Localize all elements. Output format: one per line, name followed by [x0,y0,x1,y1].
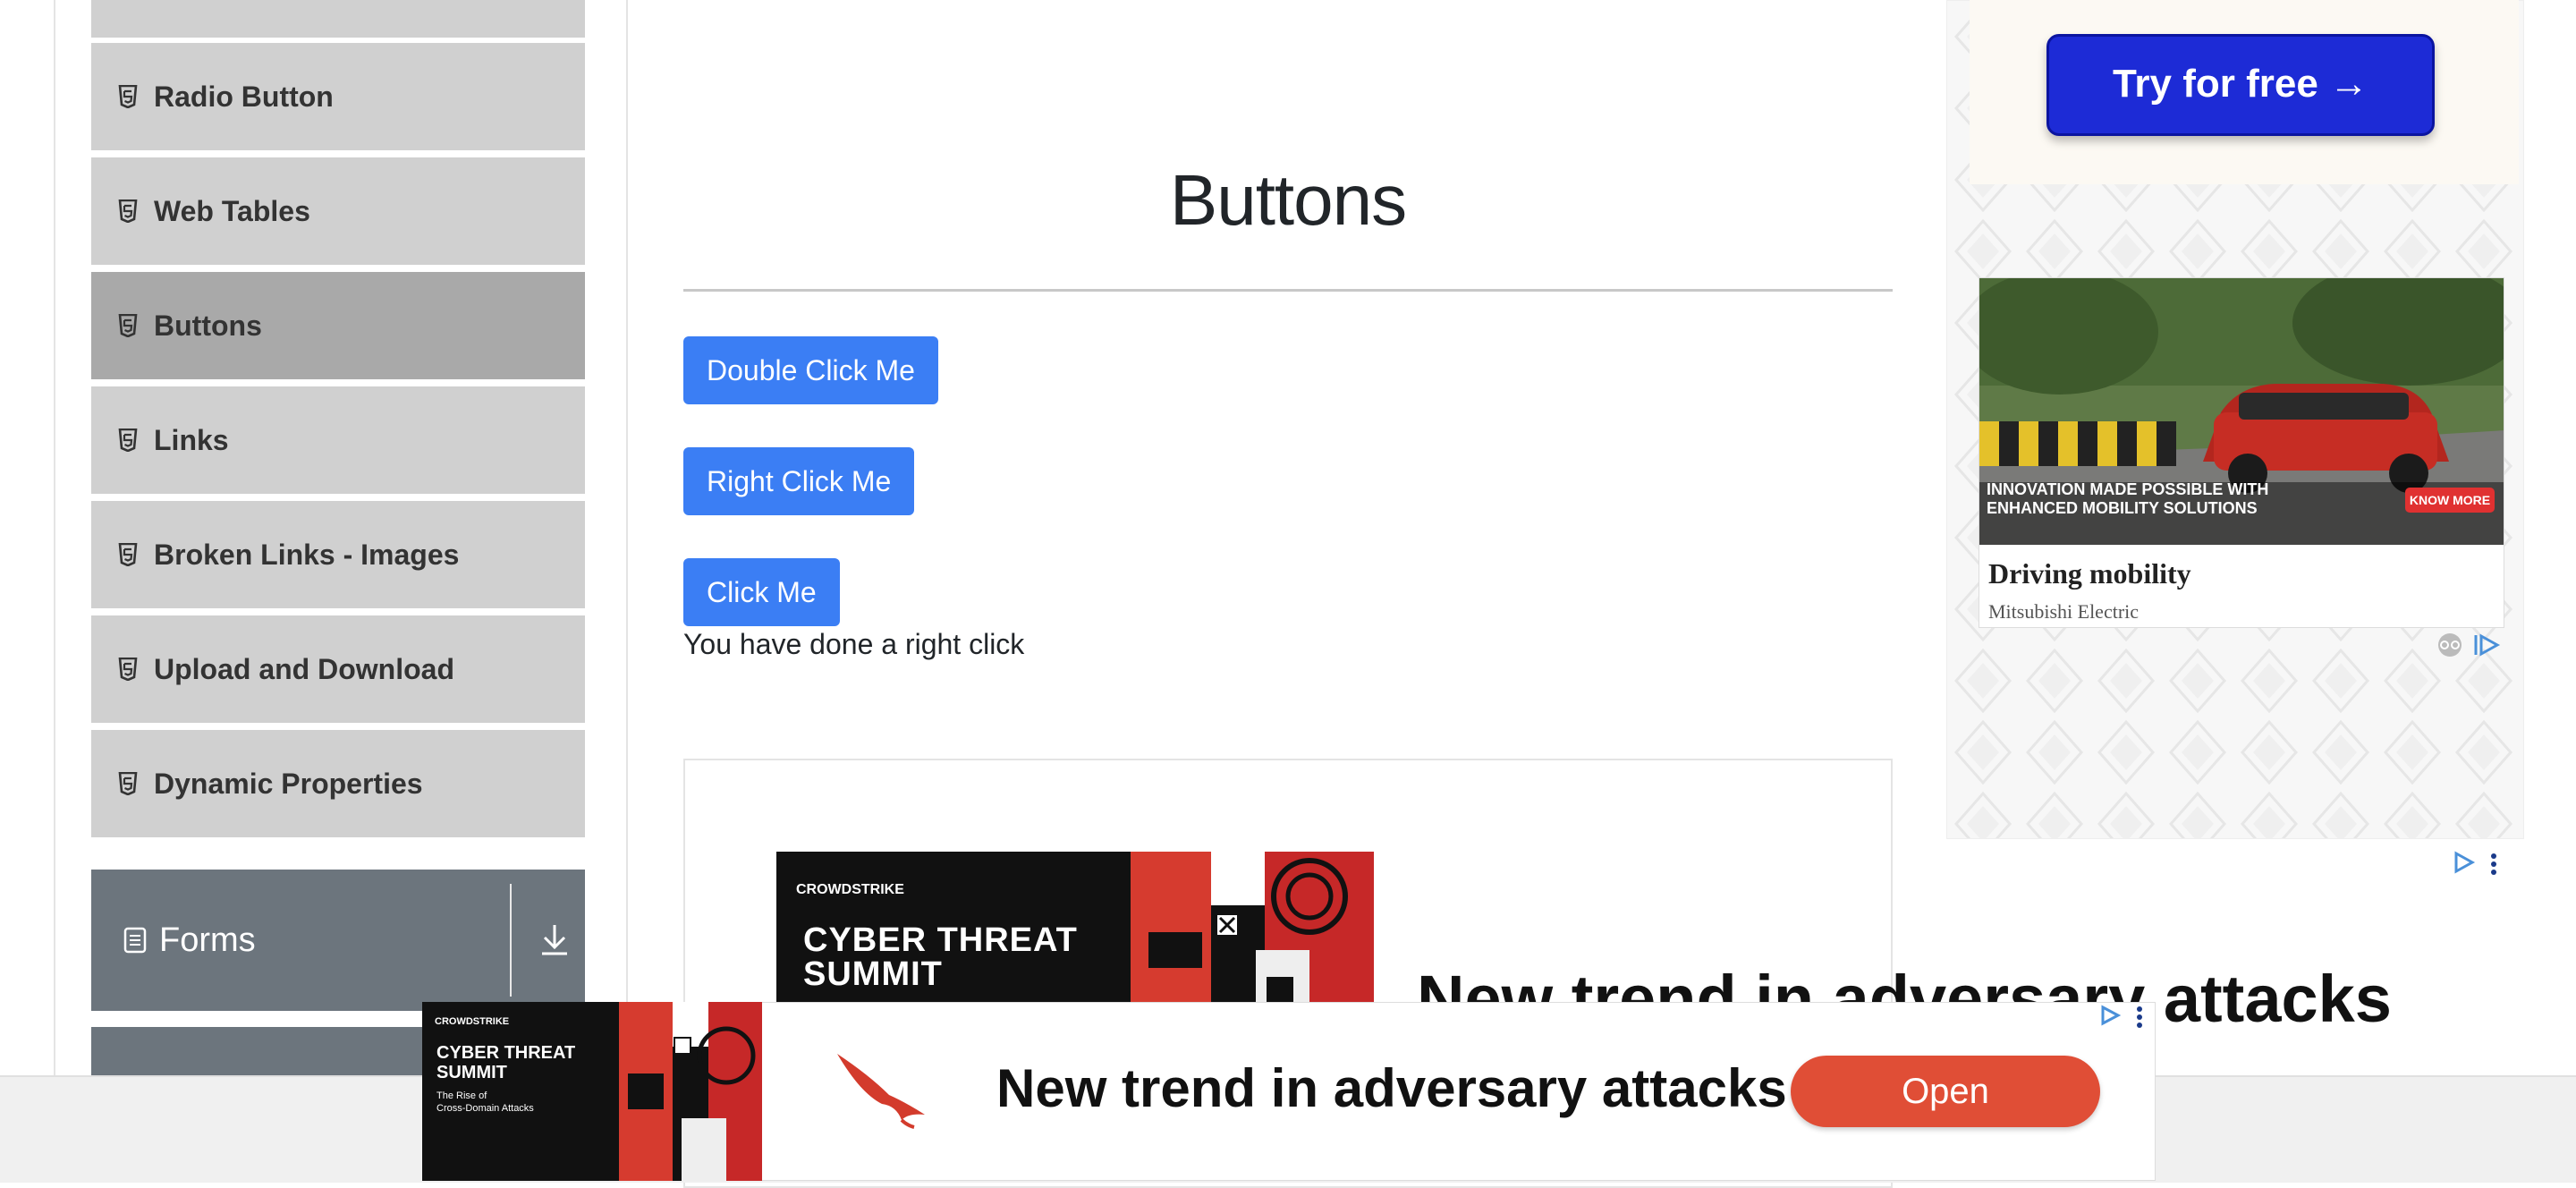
ad-menu-icon[interactable] [2134,1006,2145,1029]
event-title-line1: CYBER THREAT [803,921,1078,959]
crowdstrike-logo: CROWDSTRIKE [796,882,904,897]
sidebar-item-label: Broken Links - Images [154,538,460,571]
double-click-button[interactable]: Double Click Me [683,336,938,404]
open-button[interactable]: Open [1791,1056,2100,1127]
try-for-free-button[interactable]: Try for free → [2046,34,2435,136]
car-ad-caption: INNOVATION MADE POSSIBLE WITH ENHANCED M… [1987,480,2268,518]
sidebar-item-label: Links [154,423,229,456]
page-title: Buttons [1169,160,1407,240]
inline-ad-image[interactable]: CROWDSTRIKE CYBER THREAT SUMMIT [776,852,1374,1013]
sidebar-item[interactable]: Links [91,385,585,494]
html5-icon [118,314,138,337]
sidebar-item[interactable]: Dynamic Properties [91,728,585,837]
sidebar-item[interactable]: Radio Button [91,41,585,150]
sidebar-item-label: Dynamic Properties [154,767,423,800]
sidebar-item-label: Radio Button [154,80,334,113]
document-icon [123,927,147,954]
ad-menu-icon[interactable] [2488,852,2499,877]
caption-line2: ENHANCED MOBILITY SOLUTIONS [1987,499,2258,517]
falcon-logo-icon [837,1054,925,1129]
ad-info-icon[interactable] [2098,1004,2122,1027]
sticky-subtitle-line2: Cross-Domain Attacks [436,1103,534,1114]
sidebar-item[interactable]: Upload and Download [91,614,585,723]
abstract-art-icon [1131,852,1374,1013]
crowdstrike-logo: CROWDSTRIKE [435,1016,510,1027]
click-me-button[interactable]: Click Me [683,558,840,626]
title-divider [683,289,1893,292]
sidebar-item-previous[interactable] [91,0,585,38]
right-click-button[interactable]: Right Click Me [683,447,915,515]
caption-line1: INNOVATION MADE POSSIBLE WITH [1987,480,2269,498]
divider [510,884,512,997]
html5-icon [118,543,138,566]
right-click-message: You have done a right click [683,628,1025,660]
sidebar-item-label: Web Tables [154,194,310,227]
sticky-event-line2: SUMMIT [436,1063,507,1082]
sidebar-item[interactable]: Broken Links - Images [91,499,585,608]
sticky-event-line1: CYBER THREAT [436,1043,576,1063]
group-label: Forms [159,921,256,959]
ad-info-icon[interactable] [2451,850,2476,875]
sidebar-item-label: Upload and Download [154,652,454,685]
event-title-line2: SUMMIT [803,955,943,993]
sticky-ad-headline[interactable]: New trend in adversary attacks [996,1057,1787,1119]
abstract-art-icon [619,1002,762,1181]
sticky-subtitle-line1: The Rise of [436,1090,487,1101]
car-ad-title[interactable]: Driving mobility [1988,557,2191,590]
adchoices-icon[interactable] [2472,632,2501,658]
html5-icon [118,199,138,223]
car-ad-advertiser: Mitsubishi Electric [1988,600,2140,623]
html5-icon [118,429,138,452]
car-ad-card[interactable]: INNOVATION MADE POSSIBLE WITH ENHANCED M… [1979,277,2504,628]
html5-icon [118,658,138,681]
sidebar-item[interactable]: Web Tables [91,156,585,265]
html5-icon [118,85,138,108]
know-more-button[interactable]: KNOW MORE [2405,488,2495,513]
download-arrow-icon[interactable] [538,921,571,957]
html5-icon [118,772,138,795]
privacy-icon[interactable] [2435,632,2465,658]
sticky-ad-image[interactable]: CROWDSTRIKE CYBER THREAT SUMMIT The Rise… [422,1002,762,1181]
sidebar-item-label: Buttons [154,309,262,342]
sidebar-item[interactable]: Buttons [91,270,585,379]
group-header-forms[interactable]: Forms [91,870,585,1011]
